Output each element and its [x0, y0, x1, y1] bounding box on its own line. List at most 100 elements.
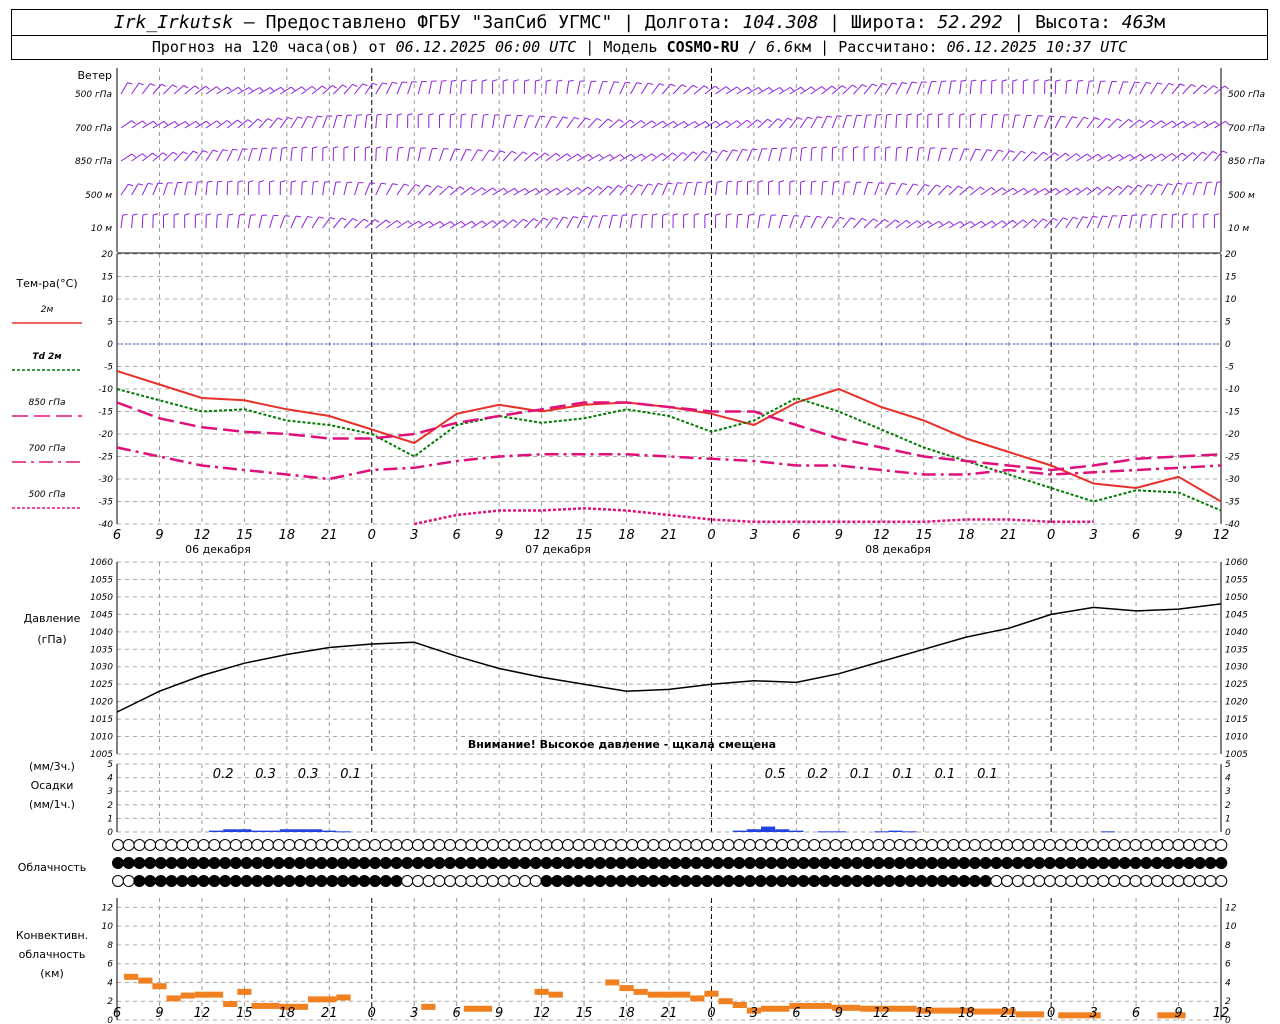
- wind-barb-flag: [587, 186, 593, 191]
- wind-barb-flag: [627, 184, 633, 188]
- precip-bar: [322, 830, 337, 832]
- wind-barb-flag: [1171, 153, 1177, 158]
- x-tick-bottom: 3: [410, 1006, 418, 1021]
- precip-bar: [888, 830, 903, 832]
- wind-barb-flag: [1012, 187, 1018, 192]
- cloud-symbol: [465, 875, 478, 887]
- wind-barb-flag: [842, 146, 848, 149]
- wind-barb-flag: [742, 148, 748, 151]
- wind-barb: [587, 81, 592, 95]
- cloud-symbol: [979, 857, 992, 869]
- wind-barb-flag: [1202, 151, 1208, 156]
- cloud-symbol: [508, 839, 521, 851]
- y-tick-left: 1040: [90, 628, 113, 638]
- wind-barb-flag: [1137, 184, 1143, 188]
- precip-bar: [1100, 831, 1115, 833]
- x-tick-temp: 0: [1047, 528, 1055, 543]
- cloud-symbol: [1118, 857, 1131, 869]
- y-tick-left: 10: [102, 922, 114, 932]
- x-tick-temp: 3: [1089, 528, 1097, 543]
- wind-barb-flag: [980, 186, 985, 191]
- wind-barb-flag: [1043, 151, 1048, 156]
- cloud-symbol: [476, 857, 489, 869]
- y-tick-left: 1010: [90, 733, 113, 743]
- x-tick-temp: 18: [279, 528, 296, 543]
- conv-title-1: Конвективн.: [16, 929, 88, 942]
- wind-barb-flag: [392, 81, 398, 84]
- wind-barb: [980, 80, 983, 95]
- cloud-symbol: [1151, 857, 1164, 869]
- cloud-symbol: [197, 857, 210, 869]
- wind-barb-flag: [800, 86, 805, 91]
- wind-barb-flag: [172, 151, 178, 156]
- x-tick-bottom: 0: [707, 1006, 715, 1021]
- wind-barb: [258, 118, 269, 129]
- y-tick-right: 5: [1225, 318, 1231, 328]
- wind-barb-flag: [533, 151, 539, 156]
- conv-segment: [605, 979, 620, 986]
- wind-barb-flag: [366, 113, 372, 116]
- wind-barb-flag: [1020, 150, 1026, 154]
- wind-barb-flag: [1212, 151, 1218, 155]
- cloud-symbol: [872, 875, 885, 887]
- wind-barb-flag: [471, 79, 477, 82]
- wind-barb-flag: [630, 153, 636, 159]
- wind-barb-flag: [667, 182, 673, 185]
- cloud-symbol: [958, 839, 971, 851]
- wind-barb-flag: [376, 113, 382, 116]
- wind-barb-flag: [609, 154, 614, 159]
- y-tick-left: -40: [98, 520, 113, 530]
- cloud-symbol: [444, 839, 457, 851]
- cloud-symbol: [240, 839, 253, 851]
- wind-barb-flag: [705, 121, 710, 126]
- wind-barb-flag: [205, 85, 211, 90]
- wind-barb-flag: [971, 79, 977, 82]
- cloud-symbol: [1172, 857, 1185, 869]
- precip-bar: [223, 829, 238, 832]
- wind-barb-flag: [827, 115, 833, 118]
- conv-segment: [166, 995, 181, 1002]
- cloud-symbol: [743, 839, 756, 851]
- cloud-symbol: [904, 857, 917, 869]
- cloud-symbol: [1065, 839, 1078, 851]
- x-tick-temp: 6: [113, 528, 121, 543]
- wind-barb-flag: [1086, 153, 1092, 158]
- cloud-symbol: [561, 857, 574, 869]
- wind-barb-flag: [1062, 217, 1068, 221]
- wind-barb: [279, 215, 286, 229]
- wind-barb: [301, 216, 308, 229]
- cloud-symbol: [840, 875, 853, 887]
- cloud-symbol: [294, 839, 307, 851]
- cloud-symbol: [904, 875, 917, 887]
- cloud-symbol: [829, 839, 842, 851]
- wind-barb-flag: [852, 84, 857, 89]
- cloud-symbol: [122, 875, 135, 887]
- wind-barb-flag: [1076, 153, 1081, 158]
- cloud-symbol: [508, 875, 521, 887]
- cloud-symbol: [379, 857, 392, 869]
- cloud-symbol: [647, 857, 660, 869]
- cloud-symbol: [315, 857, 328, 869]
- cloud-symbol: [926, 875, 939, 887]
- cloud-symbol: [486, 839, 499, 851]
- wind-barb: [768, 215, 772, 229]
- cloud-symbol: [829, 857, 842, 869]
- cloud-symbol: [658, 839, 671, 851]
- cloud-symbol: [883, 875, 896, 887]
- cloud-symbol: [1151, 875, 1164, 887]
- wind-barb-flag: [257, 118, 263, 123]
- wind-barb-flag: [503, 79, 509, 82]
- wind-barb-flag: [703, 85, 709, 89]
- cloud-symbol: [1086, 839, 1099, 851]
- cloud-symbol: [786, 875, 799, 887]
- wind-barb: [545, 80, 547, 95]
- cloud-symbol: [626, 839, 639, 851]
- y-tick-right: 6: [1225, 960, 1231, 970]
- cloud-symbol: [176, 875, 189, 887]
- y-tick-right: 15: [1225, 273, 1237, 283]
- wind-barb-flag: [625, 81, 631, 84]
- wind-barb-flag: [407, 113, 413, 116]
- wind-barb-flag: [1054, 152, 1059, 156]
- wind-barb: [651, 214, 654, 229]
- cloud-symbol: [347, 857, 360, 869]
